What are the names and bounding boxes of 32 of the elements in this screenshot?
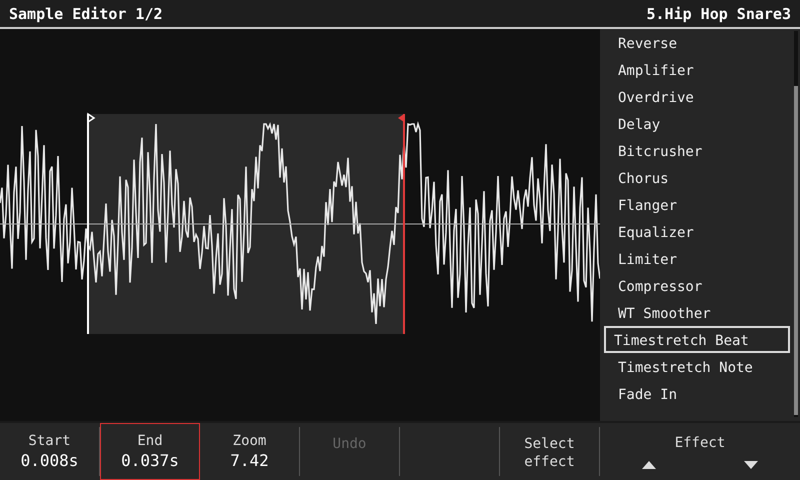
- effect-label: Effect: [674, 435, 726, 452]
- parameter-label: Start: [28, 433, 71, 450]
- down-arrow-icon[interactable]: [744, 461, 758, 470]
- action-button[interactable]: Select effect: [500, 427, 600, 476]
- effect-item[interactable]: Timestretch Note: [604, 353, 790, 380]
- effect-item[interactable]: Limiter: [604, 245, 790, 272]
- effect-item[interactable]: Amplifier: [604, 56, 790, 84]
- parameter-label: End: [137, 433, 163, 450]
- effect-item[interactable]: Reverse: [604, 29, 790, 56]
- effect-item[interactable]: WT Smoother: [604, 299, 790, 326]
- effect-item[interactable]: Chorus: [604, 164, 790, 192]
- start-marker[interactable]: [87, 112, 96, 334]
- scrollbar[interactable]: [794, 31, 798, 418]
- effect-item[interactable]: Timestretch Beat: [604, 326, 790, 354]
- effect-item[interactable]: Bitcrusher: [604, 137, 790, 164]
- effect-item[interactable]: Fade In: [604, 380, 790, 408]
- effect-item[interactable]: Compressor: [604, 272, 790, 300]
- end-marker[interactable]: [398, 114, 405, 334]
- parameter-value: 7.42: [230, 451, 269, 470]
- parameter-label: Zoom: [232, 433, 266, 450]
- screen-title: Sample Editor 1/2: [9, 4, 163, 23]
- parameter-button[interactable]: Start 0.008s: [0, 427, 100, 476]
- parameter-value: 0.008s: [20, 451, 78, 470]
- up-arrow-icon[interactable]: [642, 461, 656, 470]
- sample-name: 5.Hip Hop Snare3: [646, 4, 791, 23]
- effect-item[interactable]: Equalizer: [604, 218, 790, 246]
- parameter-button[interactable]: End 0.037s: [100, 423, 200, 480]
- effect-item[interactable]: Overdrive: [604, 83, 790, 110]
- effect-item[interactable]: Flanger: [604, 191, 790, 218]
- parameter-button[interactable]: Zoom 7.42: [200, 427, 300, 476]
- parameter-value: 0.037s: [121, 451, 179, 470]
- effect-item[interactable]: Delay: [604, 110, 790, 138]
